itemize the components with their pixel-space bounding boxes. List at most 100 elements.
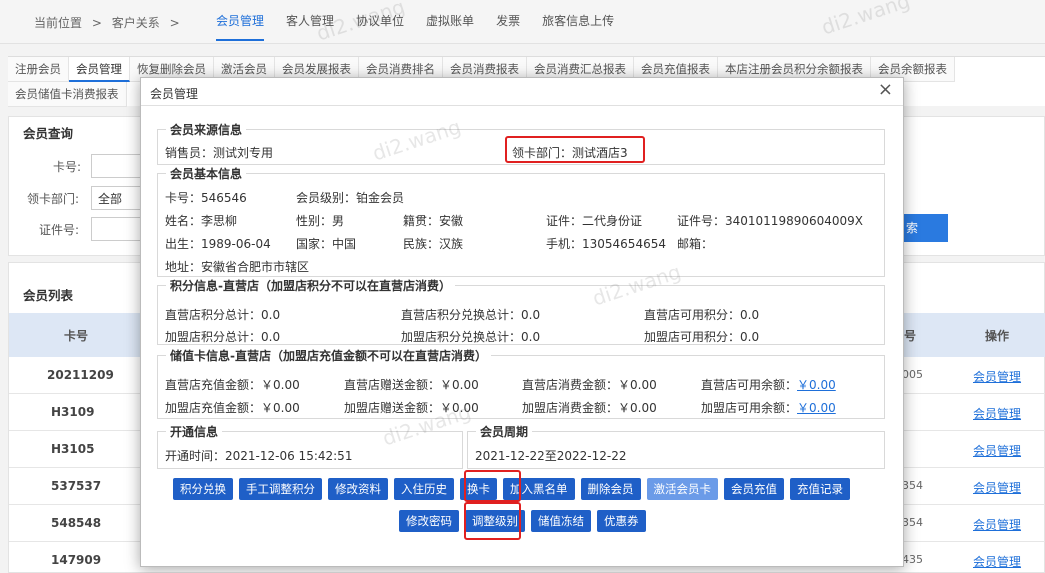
row-manage-link[interactable]: 会员管理 [973, 405, 1021, 422]
join-available-link[interactable]: ￥0.00 [797, 401, 836, 415]
level-text: 会员级别：铂金会员 [296, 191, 405, 205]
close-icon[interactable]: × [878, 79, 893, 100]
sex-text: 性别：男 [296, 214, 345, 228]
period-legend: 会员周期 [480, 425, 529, 439]
stay-history-button[interactable]: 入住历史 [394, 478, 454, 500]
row-manage-link[interactable]: 会员管理 [973, 442, 1021, 459]
adjust-points-button[interactable]: 手工调整积分 [239, 478, 322, 500]
dialog-title: 会员管理 [150, 87, 199, 101]
breadcrumb-section[interactable]: 客户关系 [112, 16, 160, 30]
join-points-available: 加盟店可用积分：0.0 [644, 330, 760, 344]
topnav-agreement-unit[interactable]: 协议单位 [356, 12, 404, 41]
row-suffix: 354 [902, 479, 923, 492]
row-card: 548548 [51, 516, 102, 530]
list-title: 会员列表 [23, 288, 74, 303]
period-text: 2021-12-22至2022-12-22 [475, 449, 627, 463]
direct-charge: 直营店充值金额：￥0.00 [165, 378, 300, 392]
phone-text: 手机：13054654654 [546, 237, 666, 251]
row-manage-link[interactable]: 会员管理 [973, 368, 1021, 385]
search-button[interactable]: 索 [900, 214, 948, 242]
direct-points-exchanged: 直营店积分兑换总计：0.0 [401, 308, 541, 322]
points-info-legend: 积分信息-直营店（加盟店积分不可以在直营店消费） [170, 279, 451, 293]
join-gift: 加盟店赠送金额：￥0.00 [344, 401, 479, 415]
open-time-text: 开通时间：2021-12-06 15:42:51 [165, 449, 353, 463]
row-suffix: 005 [902, 368, 923, 381]
open-info-legend: 开通信息 [170, 425, 219, 439]
col-operation: 操作 [985, 329, 1010, 343]
join-charge: 加盟店充值金额：￥0.00 [165, 401, 300, 415]
change-password-button[interactable]: 修改密码 [399, 510, 459, 532]
points-exchange-button[interactable]: 积分兑换 [173, 478, 233, 500]
tab-stored-card-report[interactable]: 会员储值卡消费报表 [8, 82, 127, 107]
query-title: 会员查询 [23, 126, 74, 141]
col-card: 卡号 [64, 329, 89, 343]
direct-available-link[interactable]: ￥0.00 [797, 378, 836, 392]
col-tail: 号 [904, 329, 917, 343]
row-suffix: 435 [902, 553, 923, 566]
id-label: 证件号: [39, 223, 80, 237]
highlight-box-change-card [464, 470, 521, 502]
row-manage-link[interactable]: 会员管理 [973, 553, 1021, 570]
row-card: 147909 [51, 553, 102, 567]
breadcrumb-prefix: 当前位置 [34, 16, 83, 30]
direct-available: 直营店可用余额：￥0.00 [701, 376, 836, 393]
row-suffix: 354 [902, 516, 923, 529]
breadcrumb: 当前位置 > 客户关系 > [34, 14, 186, 31]
topnav-guest-upload[interactable]: 旅客信息上传 [542, 12, 614, 41]
direct-points-total: 直营店积分总计：0.0 [165, 308, 281, 322]
birth-text: 出生：1989-06-04 [165, 237, 271, 251]
row-manage-link[interactable]: 会员管理 [973, 479, 1021, 496]
row-card: 537537 [51, 479, 102, 493]
join-available: 加盟店可用余额：￥0.00 [701, 399, 836, 416]
freeze-stored-button[interactable]: 储值冻结 [531, 510, 591, 532]
top-nav: 会员管理 客人管理 协议单位 虚拟账单 发票 旅客信息上传 [216, 12, 636, 41]
direct-available-label: 直营店可用余额： [701, 378, 798, 392]
direct-gift: 直营店赠送金额：￥0.00 [344, 378, 479, 392]
breadcrumb-sep: > [91, 16, 102, 30]
member-manage-dialog: 会员管理 × 会员来源信息 销售员：测试刘专用 领卡部门：测试酒店3 会员基本信… [140, 77, 904, 567]
dialog-divider [141, 105, 903, 106]
join-points-exchanged: 加盟店积分兑换总计：0.0 [401, 330, 541, 344]
row-manage-link[interactable]: 会员管理 [973, 516, 1021, 533]
action-buttons-row2: 修改密码 调整级别 储值冻结 优惠券 [399, 510, 652, 532]
breadcrumb-sep: > [169, 16, 180, 30]
tab-member-manage[interactable]: 会员管理 [69, 57, 130, 82]
direct-consume: 直营店消费金额：￥0.00 [522, 378, 657, 392]
idtype-text: 证件：二代身份证 [546, 214, 643, 228]
seller-text: 销售员：测试刘专用 [165, 146, 274, 160]
join-available-label: 加盟店可用余额： [701, 401, 798, 415]
direct-points-available: 直营店可用积分：0.0 [644, 308, 760, 322]
email-text: 邮箱： [677, 237, 714, 251]
topnav-invoice[interactable]: 发票 [496, 12, 520, 41]
topnav-virtual-bill[interactable]: 虚拟账单 [426, 12, 474, 41]
row-card: 20211209 [47, 368, 114, 382]
stored-card-legend: 储值卡信息-直营店（加盟店充值金额不可以在直营店消费） [170, 349, 487, 363]
recharge-button[interactable]: 会员充值 [724, 478, 784, 500]
topnav-member-manage[interactable]: 会员管理 [216, 12, 265, 41]
name-text: 姓名：李思柳 [165, 214, 238, 228]
tab-register-member[interactable]: 注册会员 [8, 57, 69, 82]
edit-info-button[interactable]: 修改资料 [328, 478, 388, 500]
highlight-box-dept [505, 136, 645, 163]
recharge-records-button[interactable]: 充值记录 [790, 478, 850, 500]
card-no-text: 卡号：546546 [165, 191, 247, 205]
activate-card-button[interactable]: 激活会员卡 [646, 478, 718, 500]
origin-text: 籍贯：安徽 [403, 214, 464, 228]
address-text: 地址：安徽省合肥市市辖区 [165, 260, 310, 274]
row-card: H3105 [51, 442, 95, 456]
source-info-legend: 会员来源信息 [170, 123, 243, 137]
row-card: H3109 [51, 405, 95, 419]
card-label: 卡号: [53, 160, 82, 174]
idno-text: 证件号：34010119890604009X [677, 214, 864, 228]
dept-label: 领卡部门: [27, 192, 80, 206]
basic-info-legend: 会员基本信息 [170, 167, 243, 181]
coupon-button[interactable]: 优惠券 [597, 510, 646, 532]
highlight-box-adjust-level [464, 502, 521, 540]
top-nav-bar: 当前位置 > 客户关系 > 会员管理 客人管理 协议单位 虚拟账单 发票 旅客信… [0, 0, 1045, 44]
nation-text: 民族：汉族 [403, 237, 464, 251]
country-text: 国家：中国 [296, 237, 357, 251]
join-points-total: 加盟店积分总计：0.0 [165, 330, 281, 344]
join-consume: 加盟店消费金额：￥0.00 [522, 401, 657, 415]
topnav-guest-manage[interactable]: 客人管理 [286, 12, 334, 41]
delete-member-button[interactable]: 删除会员 [580, 478, 641, 500]
